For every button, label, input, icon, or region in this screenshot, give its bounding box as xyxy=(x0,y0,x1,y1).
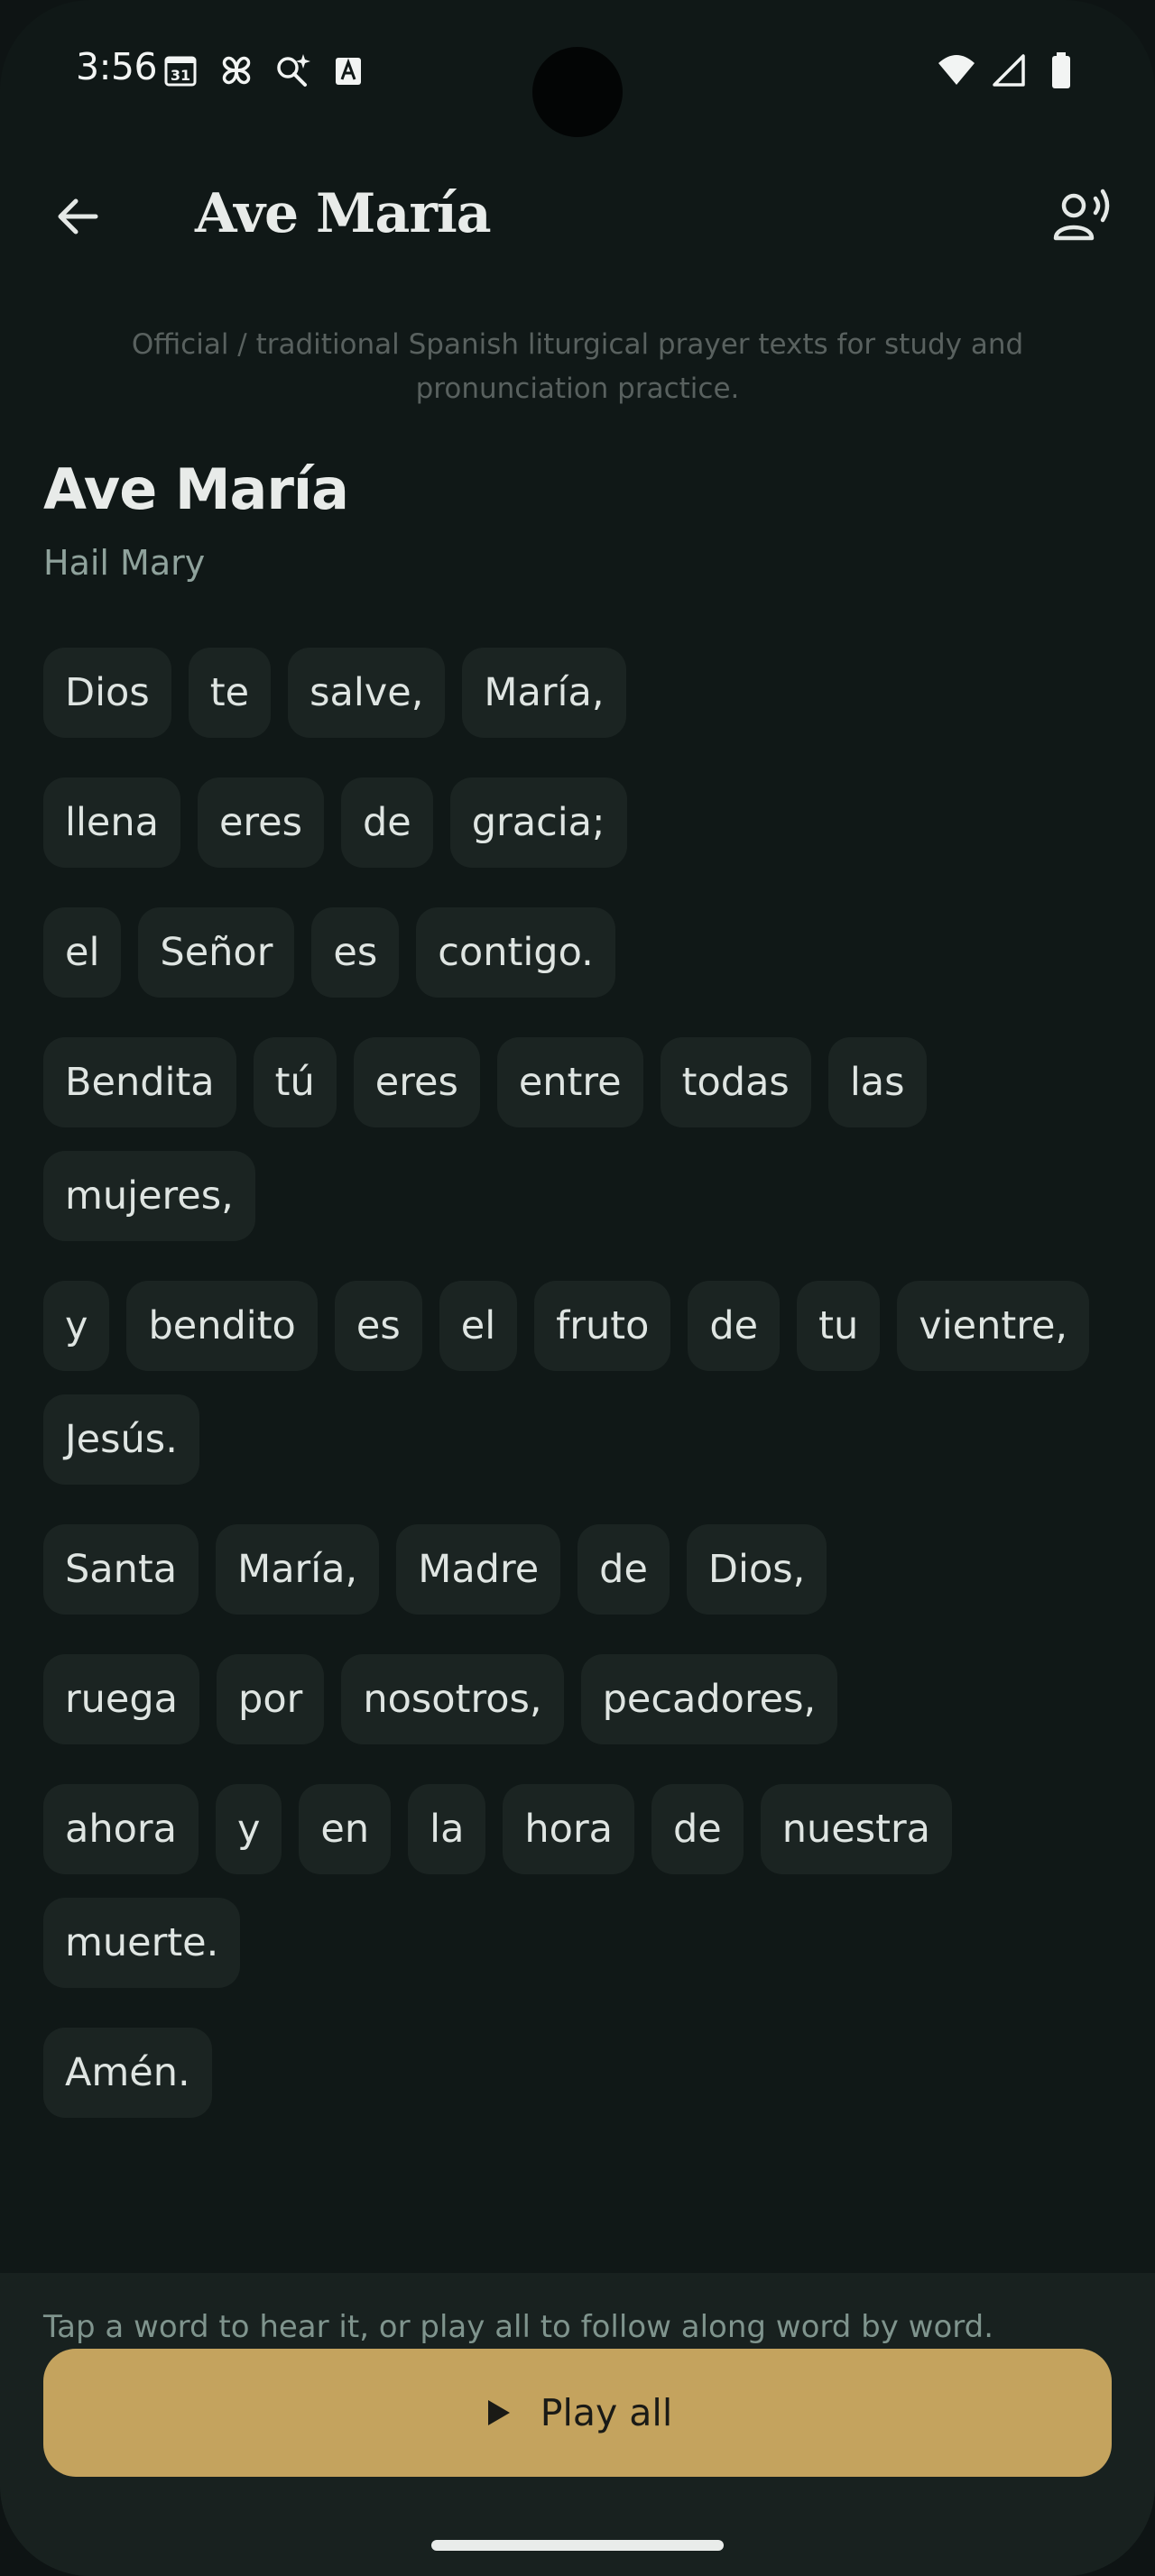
word-chip[interactable]: María, xyxy=(462,648,626,738)
word-chip[interactable]: Dios, xyxy=(686,1524,827,1615)
prayer-line: Dios te salve, María, xyxy=(43,648,1108,738)
word-chip[interactable]: las xyxy=(827,1037,927,1127)
word-chip[interactable]: Santa xyxy=(43,1524,199,1615)
word-chip[interactable]: de xyxy=(688,1281,781,1371)
prayer-line: llena eres de gracia; xyxy=(43,777,1108,868)
top-app-bar: Ave María xyxy=(0,171,1155,262)
word-chip[interactable]: mujeres, xyxy=(43,1151,255,1241)
word-chip[interactable]: y xyxy=(43,1281,110,1371)
play-all-label: Play all xyxy=(540,2391,673,2434)
calendar-day: 31 xyxy=(171,67,190,84)
word-chip[interactable]: y xyxy=(215,1784,282,1874)
word-chip[interactable]: Madre xyxy=(396,1524,561,1615)
prayer-line: Santa María, Madre de Dios, xyxy=(43,1524,1108,1615)
battery-icon xyxy=(1041,51,1081,90)
word-chip[interactable]: gracia; xyxy=(449,777,627,868)
word-chip[interactable]: hora xyxy=(503,1784,635,1874)
prayer-line: Amén. xyxy=(43,2028,1108,2118)
word-chip[interactable]: nosotros, xyxy=(341,1654,564,1744)
prayer-subtitle: Hail Mary xyxy=(43,543,206,583)
prayer-line: el Señor es contigo. xyxy=(43,907,1108,998)
pinwheel-icon xyxy=(217,51,256,90)
hint-text: Tap a word to hear it, or play all to fo… xyxy=(43,2309,994,2345)
word-chip[interactable]: eres xyxy=(197,777,324,868)
status-icons-right xyxy=(937,51,1081,90)
front-camera xyxy=(532,47,623,137)
prayer-lines: Dios te salve, María, llena eres de gracia; el Se… xyxy=(43,648,1108,2157)
word-chip[interactable]: el xyxy=(43,907,122,998)
word-chip[interactable]: vientre, xyxy=(897,1281,1090,1371)
word-chip[interactable]: pecadores, xyxy=(580,1654,838,1744)
word-chip[interactable]: por xyxy=(217,1654,325,1744)
word-chip[interactable]: es xyxy=(311,907,400,998)
word-chip[interactable]: la xyxy=(408,1784,486,1874)
prayer-line: ahora y en la hora de nuestra muerte. xyxy=(43,1784,1108,1988)
phone-screen: 3:56 31 Ave María Official / traditional… xyxy=(0,0,1155,2576)
word-chip[interactable]: te xyxy=(188,648,272,738)
prayer-title: Ave María xyxy=(43,456,349,522)
word-chip[interactable]: contigo. xyxy=(416,907,615,998)
status-bar: 3:56 31 xyxy=(0,0,1155,137)
word-chip[interactable]: llena xyxy=(43,777,180,868)
voice-speaker-icon xyxy=(1053,189,1110,241)
word-chip[interactable]: Señor xyxy=(138,907,295,998)
word-chip[interactable]: salve, xyxy=(288,648,446,738)
arrow-left-icon xyxy=(58,198,98,235)
word-chip[interactable]: de xyxy=(578,1524,670,1615)
home-indicator[interactable] xyxy=(431,2540,724,2551)
word-chip[interactable]: Bendita xyxy=(43,1037,236,1127)
word-chip[interactable]: María, xyxy=(216,1524,380,1615)
word-chip[interactable]: bendito xyxy=(126,1281,318,1371)
play-all-button[interactable]: Play all xyxy=(43,2349,1112,2477)
word-chip[interactable]: tu xyxy=(797,1281,881,1371)
word-chip[interactable]: fruto xyxy=(534,1281,671,1371)
back-button[interactable] xyxy=(45,184,110,249)
word-chip[interactable]: todas xyxy=(660,1037,811,1127)
word-chip[interactable]: en xyxy=(299,1784,392,1874)
word-chip[interactable]: de xyxy=(651,1784,744,1874)
prayer-line: Bendita tú eres entre todas las mujeres, xyxy=(43,1037,1108,1241)
word-chip[interactable]: Dios xyxy=(43,648,171,738)
word-chip[interactable]: entre xyxy=(496,1037,643,1127)
wifi-icon xyxy=(937,51,976,90)
word-chip[interactable]: el xyxy=(439,1281,518,1371)
calendar-icon: 31 xyxy=(161,51,200,90)
play-icon xyxy=(487,2400,510,2425)
word-chip[interactable]: ahora xyxy=(43,1784,199,1874)
prayer-line: ruega por nosotros, pecadores, xyxy=(43,1654,1108,1744)
status-icons-left: 31 xyxy=(161,51,368,90)
word-chip[interactable]: es xyxy=(334,1281,422,1371)
voice-settings-button[interactable] xyxy=(1047,184,1119,249)
word-chip[interactable]: tú xyxy=(253,1037,337,1127)
bottom-panel: Tap a word to hear it, or play all to fo… xyxy=(0,2273,1155,2576)
font-icon xyxy=(328,51,368,90)
word-chip[interactable]: Amén. xyxy=(43,2028,212,2118)
word-chip[interactable]: Jesús. xyxy=(43,1394,199,1485)
cell-signal-icon xyxy=(989,51,1029,90)
search-sparkle-icon xyxy=(273,51,312,90)
word-chip[interactable]: ruega xyxy=(43,1654,200,1744)
word-chip[interactable]: muerte. xyxy=(43,1898,241,1988)
word-chip[interactable]: nuestra xyxy=(760,1784,953,1874)
disclaimer-text: Official / traditional Spanish liturgica… xyxy=(131,328,1024,405)
prayer-line: y bendito es el fruto de tu vientre, Jesús. xyxy=(43,1281,1108,1485)
app-bar-title: Ave María xyxy=(195,182,492,245)
status-time: 3:56 xyxy=(76,45,158,88)
word-chip[interactable]: eres xyxy=(353,1037,480,1127)
word-chip[interactable]: de xyxy=(341,777,433,868)
